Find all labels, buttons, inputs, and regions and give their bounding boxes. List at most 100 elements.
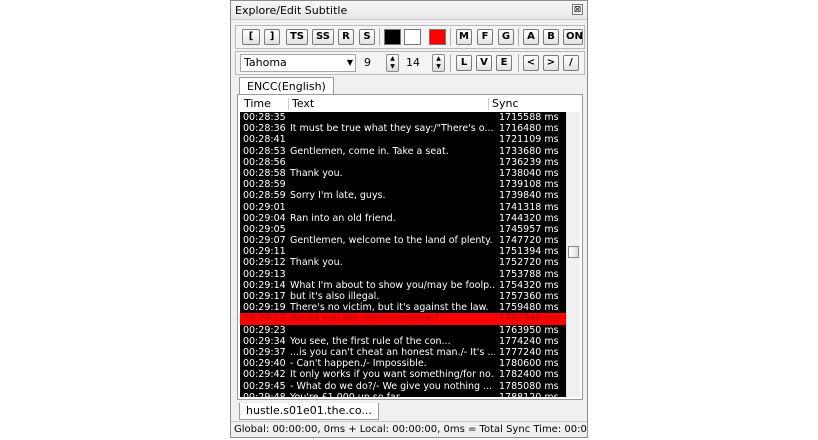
toolbar-separator xyxy=(518,54,519,72)
slash-button[interactable]: / xyxy=(563,55,579,71)
table-row[interactable]: 00:29:04 Ran into an old friend. 1744320 m… xyxy=(240,213,566,224)
table-row[interactable]: 00:29:01 1741318 ms xyxy=(240,202,566,213)
color-swatch-red[interactable] xyxy=(429,29,446,45)
bracket-button[interactable]: [ xyxy=(242,29,260,45)
g-button[interactable]: G xyxy=(498,29,514,45)
cell-sync: 1782400 ms xyxy=(499,369,559,381)
ts-button[interactable]: TS xyxy=(286,29,308,45)
cell-sync: 1777240 ms xyxy=(499,346,559,358)
cell-time: 00:28:56 xyxy=(243,156,286,168)
title-bar[interactable]: Explore/Edit Subtitle ⊠ xyxy=(231,1,587,20)
a-button[interactable]: A xyxy=(523,29,539,45)
column-divider[interactable] xyxy=(288,98,289,110)
font-select[interactable]: Tahoma ▼ xyxy=(240,54,356,72)
file-tab[interactable]: hustle.s01e01.the.co... xyxy=(239,403,379,420)
cell-time: 00:29:19 xyxy=(243,302,286,314)
table-row[interactable]: 00:29:07 Gentlemen, welcome to the land o… xyxy=(240,235,566,246)
table-row[interactable]: 00:29:14 What I'm about to show you/may b… xyxy=(240,280,566,291)
font-size-spinner-icon[interactable]: ▲ ▼ xyxy=(386,54,399,72)
tab-encc-english[interactable]: ENCC(English) xyxy=(239,77,334,95)
toolbar-separator xyxy=(518,28,519,46)
table-row[interactable]: 00:28:59 Sorry I'm late, guys. 1739840 ms xyxy=(240,190,566,201)
color-swatch-black[interactable] xyxy=(384,29,401,45)
table-row[interactable]: 00:29:19 There's no victim, but it's agai… xyxy=(240,302,566,313)
line-height-value[interactable]: 14 xyxy=(406,56,420,69)
b-button[interactable]: B xyxy=(543,29,559,45)
table-row[interactable]: 00:29:37 ...is you can't cheat an honest … xyxy=(240,347,566,358)
scrollbar-thumb[interactable] xyxy=(568,246,579,258)
table-row[interactable]: 00:29:45 - What do we do?/- We give you n… xyxy=(240,381,566,392)
cell-text: - Can't happen./- Impossible. xyxy=(290,358,427,370)
cell-time: 00:28:53 xyxy=(243,145,286,157)
font-toolbar: Tahoma ▼ 9 ▲ ▼ 14 ▲ ▼ L V E < > / xyxy=(235,51,585,75)
cell-sync: 1716480 ms xyxy=(499,123,559,135)
table-row[interactable]: 00:28:58 Thank you. 1738040 ms xyxy=(240,168,566,179)
cell-sync: 1739840 ms xyxy=(499,190,559,202)
status-bar: Global: 00:00:00, 0ms + Local: 00:00:00,… xyxy=(231,421,587,437)
table-row[interactable]: 00:28:53 Gentlemen, come in. Take a seat.… xyxy=(240,146,566,157)
s-button[interactable]: S xyxy=(359,29,375,45)
table-row[interactable]: 00:29:40 - Can't happen./- Impossible. 178… xyxy=(240,358,566,369)
table-row[interactable]: 00:28:59 1739108 ms xyxy=(240,179,566,190)
table-row[interactable]: 00:29:23 1763950 ms xyxy=(240,325,566,336)
cell-text: Ran into an old friend. xyxy=(290,212,396,224)
toolbar-separator xyxy=(450,28,451,46)
m-button[interactable]: M xyxy=(456,29,472,45)
table-row[interactable]: 00:29:11 1751394 ms xyxy=(240,246,566,257)
cell-text: Would you like me to continue? xyxy=(290,313,440,325)
table-row[interactable]: 00:29:05 1745957 ms xyxy=(240,224,566,235)
greater-than-button[interactable]: > xyxy=(543,55,559,71)
cell-sync: 1741318 ms xyxy=(499,201,559,213)
cell-time: 00:29:05 xyxy=(243,223,286,235)
font-size-value[interactable]: 9 xyxy=(364,56,371,69)
vertical-scrollbar[interactable] xyxy=(566,112,580,397)
f-button[interactable]: F xyxy=(477,29,493,45)
table-row[interactable]: 00:29:42 It only works if you want someth… xyxy=(240,369,566,380)
on-button[interactable]: ON xyxy=(563,29,583,45)
cell-text: ...is you can't cheat an honest man./- I… xyxy=(290,346,495,358)
cell-sync: 1762040 ms xyxy=(499,313,559,325)
cell-time: 00:29:34 xyxy=(243,335,286,347)
column-header-time[interactable]: Time xyxy=(244,97,271,111)
cell-text: Sorry I'm late, guys. xyxy=(290,190,386,202)
cell-time: 00:29:13 xyxy=(243,268,286,280)
column-header: Time Text Sync xyxy=(240,97,580,111)
e-button[interactable]: E xyxy=(496,55,512,71)
cell-sync: 1763950 ms xyxy=(499,324,559,336)
cell-time: 00:29:17 xyxy=(243,291,286,302)
r-button[interactable]: R xyxy=(338,29,354,45)
table-row[interactable]: 00:29:17 but it's also illegal. 1757360 ms xyxy=(240,291,566,302)
table-row[interactable]: 00:29:13 1753788 ms xyxy=(240,269,566,280)
cell-sync: 1738040 ms xyxy=(499,167,559,179)
chevron-down-icon: ▼ xyxy=(346,58,353,67)
bracket-close-button[interactable]: ] xyxy=(264,29,280,45)
table-row[interactable]: 00:29:12 Thank you. 1752720 ms xyxy=(240,257,566,268)
color-swatch-white[interactable] xyxy=(404,29,421,45)
cell-time: 00:29:40 xyxy=(243,358,286,370)
table-row[interactable]: 00:29:48 You're £1,000 up so far. 1788120 … xyxy=(240,392,566,397)
line-height-spinner-icon[interactable]: ▲ ▼ xyxy=(432,54,445,72)
window-title: Explore/Edit Subtitle xyxy=(235,4,348,17)
column-header-sync[interactable]: Sync xyxy=(492,97,519,111)
subtitle-tab-area: ENCC(English) Time Text Sync 00:28:35 171… xyxy=(237,77,583,402)
cell-text: There's no victim, but it's against the … xyxy=(290,302,489,314)
table-row[interactable]: 00:28:41 1721109 ms xyxy=(240,134,566,145)
ss-button[interactable]: SS xyxy=(312,29,334,45)
column-divider[interactable] xyxy=(488,98,489,110)
cell-time: 00:28:41 xyxy=(243,134,286,146)
cell-text: Thank you. xyxy=(290,257,343,269)
cell-time: 00:29:23 xyxy=(243,324,286,336)
table-row[interactable]: 00:29:34 You see, the first rule of the c… xyxy=(240,336,566,347)
cell-sync: 1744320 ms xyxy=(499,212,559,224)
table-row[interactable]: 00:28:36 It must be true what they say:/"… xyxy=(240,123,566,134)
v-button[interactable]: V xyxy=(476,55,492,71)
subtitle-list[interactable]: 00:28:35 1715588 ms 00:28:36 It must be tru… xyxy=(240,112,566,397)
table-row[interactable]: 00:28:56 1736239 ms xyxy=(240,157,566,168)
less-than-button[interactable]: < xyxy=(523,55,539,71)
l-button[interactable]: L xyxy=(456,55,472,71)
cell-time: 00:28:58 xyxy=(243,167,286,179)
table-row-selected[interactable]: 00:29:22 Would you like me to continue? 17… xyxy=(240,313,566,325)
column-header-text[interactable]: Text xyxy=(292,97,314,111)
table-row[interactable]: 00:28:35 1715588 ms xyxy=(240,112,566,123)
close-icon[interactable]: ⊠ xyxy=(572,4,583,15)
